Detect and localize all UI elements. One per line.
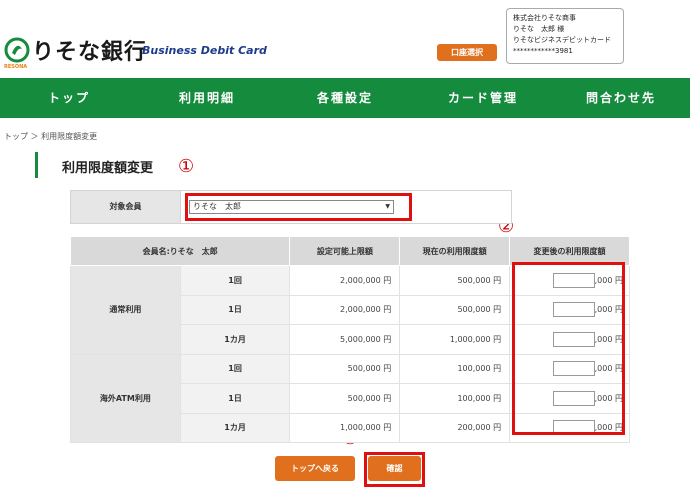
nav-card-management[interactable]: カード管理 xyxy=(414,78,552,118)
header-member-name: 会員名:りそな 太郎 xyxy=(69,236,291,266)
current-limit-cell: 500,000 円 xyxy=(399,265,511,296)
logo-text: りそな銀行 xyxy=(32,40,148,65)
header-max-limit: 設定可能上限額 xyxy=(289,236,401,266)
current-limit-cell: 500,000 円 xyxy=(399,294,511,325)
current-limit-cell: 1,000,000 円 xyxy=(399,324,511,355)
highlight-box-confirm xyxy=(364,452,425,487)
nav-statements[interactable]: 利用明細 xyxy=(138,78,276,118)
user-name: りそな 太郎 様 xyxy=(513,25,565,33)
product-name: Business Debit Card xyxy=(142,44,267,57)
max-limit-cell: 2,000,000 円 xyxy=(289,265,401,296)
member-label: 対象会員 xyxy=(71,191,181,223)
nav-settings[interactable]: 各種設定 xyxy=(276,78,414,118)
main-nav: トップ 利用明細 各種設定 カード管理 問合わせ先 xyxy=(0,78,690,118)
page-title-bar xyxy=(35,152,38,178)
back-to-top-button[interactable]: トップへ戻る xyxy=(275,456,355,481)
user-card-number: ************3981 xyxy=(513,47,573,55)
current-limit-cell: 100,000 円 xyxy=(399,353,511,384)
period-cell: 1カ月 xyxy=(179,412,291,443)
current-limit-cell: 100,000 円 xyxy=(399,383,511,414)
max-limit-cell: 1,000,000 円 xyxy=(289,412,401,443)
max-limit-cell: 5,000,000 円 xyxy=(289,324,401,355)
period-cell: 1回 xyxy=(179,265,291,296)
header: RESONA りそな銀行 Business Debit Card 口座選択 株式… xyxy=(0,0,690,78)
user-card-name: りそなビジネスデビットカード xyxy=(513,36,611,44)
account-select-button[interactable]: 口座選択 xyxy=(437,44,497,61)
max-limit-cell: 2,000,000 円 xyxy=(289,294,401,325)
period-cell: 1カ月 xyxy=(179,324,291,355)
breadcrumb: トップ ＞ 利用限度額変更 xyxy=(4,132,98,141)
highlight-box-member xyxy=(185,193,412,221)
period-cell: 1日 xyxy=(179,383,291,414)
period-cell: 1日 xyxy=(179,294,291,325)
header-current-limit: 現在の利用限度額 xyxy=(399,236,511,266)
current-limit-cell: 200,000 円 xyxy=(399,412,511,443)
resona-logo-icon: RESONA xyxy=(4,37,30,70)
annotation-1: ① xyxy=(178,156,195,177)
user-company: 株式会社りそな商事 xyxy=(513,14,576,22)
nav-contact[interactable]: 問合わせ先 xyxy=(552,78,690,118)
user-info-box: 株式会社りそな商事 りそな 太郎 様 りそなビジネスデビットカード ******… xyxy=(506,8,624,64)
nav-top[interactable]: トップ xyxy=(0,78,138,118)
group-normal: 通常利用 xyxy=(70,265,181,355)
max-limit-cell: 500,000 円 xyxy=(289,383,401,414)
highlight-box-new-limits xyxy=(512,262,625,435)
group-overseas-atm: 海外ATM利用 xyxy=(70,353,181,443)
page-title: 利用限度額変更 xyxy=(62,161,154,176)
logo-sub-text: RESONA xyxy=(4,64,28,70)
resona-logo[interactable]: RESONA りそな銀行 xyxy=(4,34,148,70)
period-cell: 1回 xyxy=(179,353,291,384)
max-limit-cell: 500,000 円 xyxy=(289,353,401,384)
